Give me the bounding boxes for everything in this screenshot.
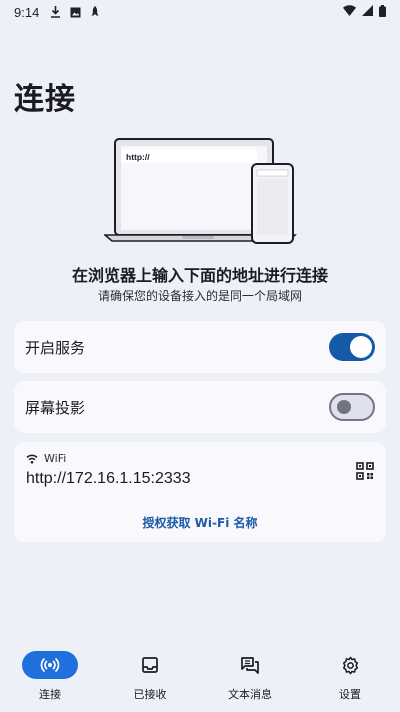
nav-label-connect: 连接 [39, 688, 61, 701]
nav-label-received: 已接收 [133, 688, 167, 701]
server-address[interactable]: http://172.16.1.15:2333 [26, 470, 191, 488]
nav-item-text-messages[interactable]: 文本消息 [200, 640, 300, 712]
switch-knob [337, 400, 351, 414]
bottom-navigation: 连接 已接收 文本消息 设置 [0, 640, 400, 712]
instruction-headline: 在浏览器上输入下面的地址进行连接 [71, 266, 328, 285]
chat-icon [241, 657, 259, 674]
nav-active-indicator [22, 651, 78, 679]
battery-icon [379, 4, 386, 20]
service-switch[interactable] [329, 333, 375, 361]
page-title: 连接 [14, 82, 76, 117]
switch-knob [350, 336, 372, 358]
connect-icon [40, 658, 60, 672]
nav-item-connect[interactable]: 连接 [0, 640, 100, 712]
image-notification-icon [69, 6, 81, 18]
gear-icon [342, 656, 358, 674]
rocket-icon [89, 6, 101, 18]
screen-cast-toggle-row[interactable]: 屏幕投影 [14, 381, 386, 433]
wifi-name-text: WiFi [44, 452, 67, 465]
status-bar: 9:14 [0, 0, 400, 24]
nav-label-settings: 设置 [339, 688, 361, 701]
address-card: WiFi http://172.16.1.15:2333 授权获取 Wi-Fi … [14, 442, 386, 542]
laptop-phone-illustration: http:// [104, 138, 297, 244]
wifi-icon [26, 454, 38, 464]
wifi-signal-icon [343, 5, 356, 19]
screen-cast-switch[interactable] [329, 393, 375, 421]
service-toggle-row[interactable]: 开启服务 [14, 321, 386, 373]
qr-code-icon[interactable] [356, 462, 374, 480]
nav-item-settings[interactable]: 设置 [300, 640, 400, 712]
instruction-subline: 请确保您的设备接入的是同一个局域网 [97, 289, 302, 303]
cell-signal-icon [362, 5, 373, 19]
status-time: 9:14 [14, 4, 40, 20]
nav-item-received[interactable]: 已接收 [100, 640, 200, 712]
screen-cast-toggle-label: 屏幕投影 [25, 398, 86, 417]
download-icon [49, 6, 61, 18]
inbox-icon [142, 657, 158, 673]
browser-url-text: http:// [126, 152, 150, 162]
nav-label-text-messages: 文本消息 [228, 688, 272, 701]
authorize-wifi-name-link[interactable]: 授权获取 Wi-Fi 名称 [14, 514, 386, 531]
service-toggle-label: 开启服务 [25, 338, 86, 357]
wifi-label: WiFi [26, 452, 66, 465]
